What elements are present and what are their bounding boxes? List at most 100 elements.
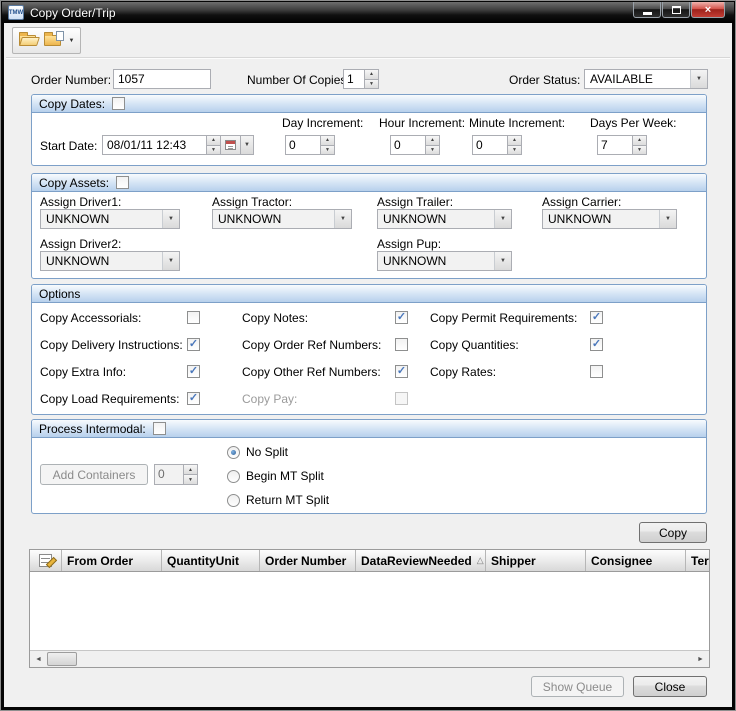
column-header-quantityunit[interactable]: QuantityUnit [162,550,260,571]
spin-up-icon[interactable]: ▲ [633,136,646,146]
copy-accessorials-checkbox[interactable] [187,311,200,324]
scroll-left-icon[interactable]: ◄ [30,651,47,667]
return-mt-split-radio[interactable] [227,494,240,507]
copies-value[interactable]: 1 [343,69,364,89]
toolbar-dropdown-button[interactable]: ▼ [65,29,78,52]
spin-up-icon[interactable]: ▲ [426,136,439,146]
spin-down-icon[interactable]: ▼ [321,146,334,155]
copy-order-ref-numbers-checkbox[interactable] [395,338,408,351]
chevron-down-icon[interactable]: ▼ [162,252,179,270]
copy-delivery-instructions-checkbox[interactable] [187,338,200,351]
copy-quantities-checkbox[interactable] [590,338,603,351]
copy-extra-info-checkbox[interactable] [187,365,200,378]
scrollbar-thumb[interactable] [47,652,77,666]
hour-increment-value[interactable]: 0 [390,135,425,155]
copy-assets-group: Copy Assets: Assign Driver1: Assign Trac… [31,173,707,279]
chevron-down-icon[interactable]: ▼ [659,210,676,228]
assign-tractor-combobox[interactable]: UNKNOWN ▼ [212,209,352,229]
no-split-radio[interactable] [227,446,240,459]
spin-up-icon[interactable]: ▲ [508,136,521,146]
return-mt-split-option[interactable]: Return MT Split [227,493,329,507]
assign-driver1-combobox[interactable]: UNKNOWN ▼ [40,209,180,229]
assign-pup-combobox[interactable]: UNKNOWN ▼ [377,251,512,271]
copy-load-requirements-checkbox[interactable] [187,392,200,405]
assign-carrier-value: UNKNOWN [543,210,659,228]
copy-rates-checkbox[interactable] [590,365,603,378]
spin-down-icon[interactable]: ▼ [508,146,521,155]
copy-dates-checkbox[interactable] [112,97,125,110]
number-of-copies-label: Number Of Copies: [247,73,350,87]
close-dialog-button[interactable]: Close [633,676,707,697]
return-mt-split-label: Return MT Split [246,493,329,507]
scrollbar-track[interactable] [77,651,692,667]
column-header-shipper[interactable]: Shipper [486,550,586,571]
spin-down-icon[interactable]: ▼ [633,146,646,155]
spin-down-icon[interactable]: ▼ [207,146,220,155]
day-increment-stepper[interactable]: 0 ▲▼ [285,135,335,155]
assign-tractor-label: Assign Tractor: [212,195,292,209]
copy-permit-requirements-checkbox[interactable] [590,311,603,324]
calendar-button[interactable] [221,135,241,155]
process-intermodal-checkbox[interactable] [153,422,166,435]
dialog-client-area: ▼ Order Number: 1057 Number Of Copies: 1… [4,23,732,707]
copy-button[interactable]: Copy [639,522,707,543]
chevron-down-icon[interactable]: ▼ [690,70,707,88]
grid-body-empty[interactable] [30,572,709,650]
days-per-week-value[interactable]: 7 [597,135,632,155]
copy-permit-requirements-label: Copy Permit Requirements: [430,311,577,325]
assign-carrier-combobox[interactable]: UNKNOWN ▼ [542,209,677,229]
new-folder-button[interactable] [40,29,65,52]
no-split-option[interactable]: No Split [227,445,288,459]
column-header-from-order[interactable]: From Order [62,550,162,571]
copy-assets-checkbox[interactable] [116,176,129,189]
window-title: Copy Order/Trip [30,6,116,20]
day-increment-value[interactable]: 0 [285,135,320,155]
spin-up-icon[interactable]: ▲ [321,136,334,146]
column-header-ter[interactable]: Ter [686,550,709,571]
spin-up-icon[interactable]: ▲ [207,136,220,146]
close-button[interactable]: × [691,2,725,18]
maximize-button[interactable] [662,2,690,18]
copy-other-ref-numbers-label: Copy Other Ref Numbers: [242,365,381,379]
start-date-value[interactable]: 08/01/11 12:43 [102,135,206,155]
minute-increment-stepper[interactable]: 0 ▲▼ [472,135,522,155]
begin-mt-split-radio[interactable] [227,470,240,483]
date-dropdown-button[interactable]: ▼ [241,135,254,155]
assign-trailer-combobox[interactable]: UNKNOWN ▼ [377,209,512,229]
number-of-copies-stepper[interactable]: 1 ▲ ▼ [343,69,379,89]
copy-other-ref-numbers-checkbox[interactable] [395,365,408,378]
spin-down-icon[interactable]: ▼ [365,80,378,89]
hour-increment-stepper[interactable]: 0 ▲▼ [390,135,440,155]
assign-driver2-combobox[interactable]: UNKNOWN ▼ [40,251,180,271]
column-header-order-number[interactable]: Order Number [260,550,356,571]
chevron-down-icon[interactable]: ▼ [162,210,179,228]
title-bar[interactable]: TMW Copy Order/Trip × [2,2,734,23]
minimize-button[interactable] [633,2,661,18]
options-group: Options Copy Accessorials: Copy Delivery… [31,284,707,415]
order-status-combobox[interactable]: AVAILABLE ▼ [584,69,708,89]
column-header-consignee[interactable]: Consignee [586,550,686,571]
begin-mt-split-label: Begin MT Split [246,469,324,483]
spin-down-icon[interactable]: ▼ [426,146,439,155]
process-intermodal-group: Process Intermodal: Add Containers 0 ▲▼ … [31,419,707,514]
scroll-right-icon[interactable]: ► [692,651,709,667]
chevron-down-icon[interactable]: ▼ [334,210,351,228]
spin-up-icon[interactable]: ▲ [365,70,378,80]
copy-extra-info-label: Copy Extra Info: [40,365,126,379]
assign-tractor-value: UNKNOWN [213,210,334,228]
row-selector-header[interactable] [30,550,62,571]
order-number-input[interactable]: 1057 [113,69,211,89]
start-date-picker[interactable]: 08/01/11 12:43 ▲ ▼ ▼ [102,135,254,155]
column-header-datareviewneeded[interactable]: DataReviewNeeded △ [356,550,486,571]
copy-order-trip-window: TMW Copy Order/Trip × ▼ Order Num [0,0,736,711]
process-intermodal-title: Process Intermodal: [39,422,146,436]
begin-mt-split-option[interactable]: Begin MT Split [227,469,324,483]
minute-increment-value[interactable]: 0 [472,135,507,155]
copy-notes-checkbox[interactable] [395,311,408,324]
chevron-down-icon[interactable]: ▼ [494,210,511,228]
open-folder-button[interactable] [15,29,40,52]
chevron-down-icon[interactable]: ▼ [494,252,511,270]
horizontal-scrollbar[interactable]: ◄ ► [30,650,709,667]
copy-order-ref-numbers-label: Copy Order Ref Numbers: [242,338,381,352]
days-per-week-stepper[interactable]: 7 ▲▼ [597,135,647,155]
